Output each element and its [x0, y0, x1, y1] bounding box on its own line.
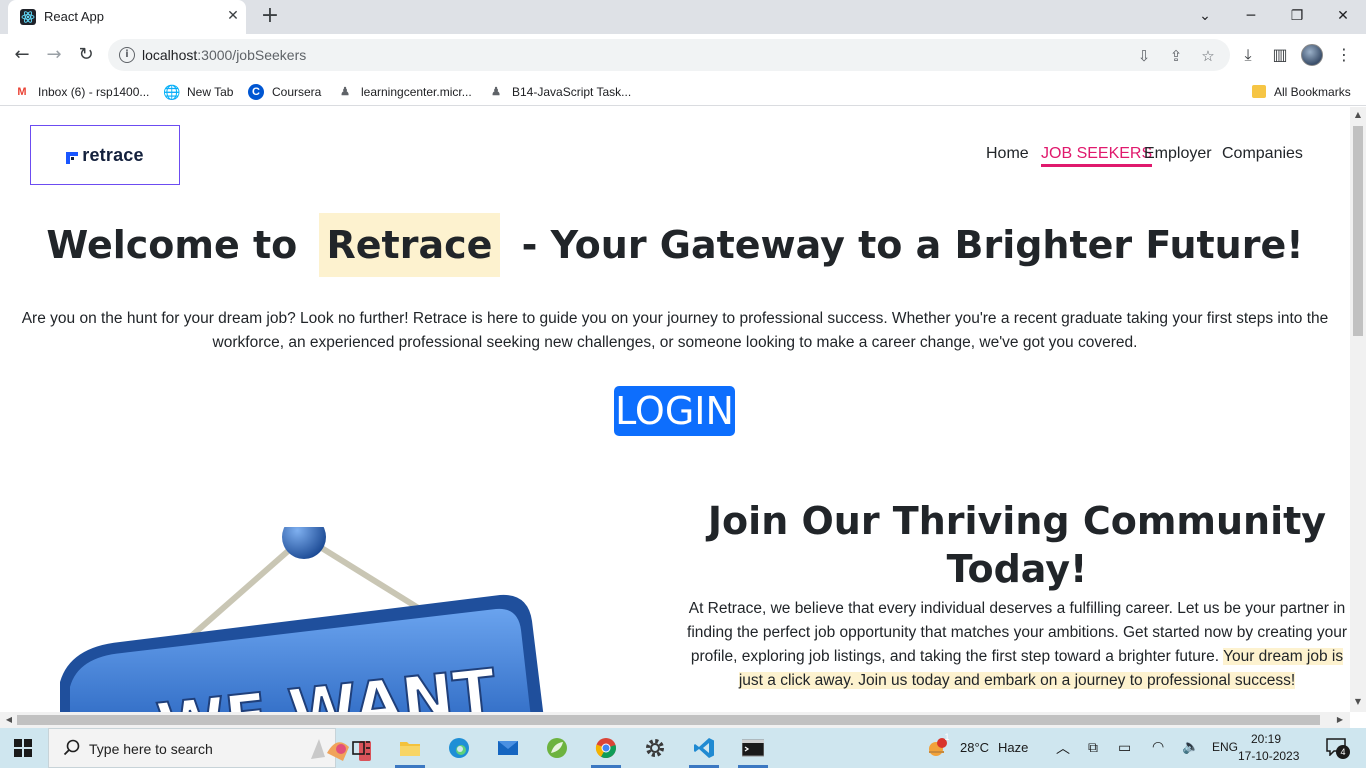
user-icon: ♟: [340, 85, 350, 98]
hero-title-suffix: - Your Gateway to a Brighter Future!: [521, 223, 1304, 267]
terminal-icon: [741, 737, 765, 759]
retrace-logo-icon: [66, 149, 79, 164]
share-icon[interactable]: ⇪: [1166, 46, 1186, 66]
scroll-up-icon[interactable]: ▲: [1353, 110, 1363, 122]
clock-date[interactable]: 17-10-2023: [1238, 749, 1299, 763]
coursera-icon: C: [248, 83, 264, 100]
weather-desc[interactable]: Haze: [998, 740, 1028, 755]
tray-chevron-up-icon[interactable]: ︿: [1056, 738, 1070, 758]
globe-icon: 🌐: [163, 83, 181, 100]
nav-job-seekers[interactable]: JOB SEEKERS: [1041, 145, 1153, 167]
scroll-left-icon[interactable]: ◀: [3, 714, 15, 726]
scroll-right-icon[interactable]: ▶: [1334, 714, 1346, 726]
folder-icon: [1252, 85, 1266, 99]
notification-count-badge: 4: [1336, 745, 1350, 759]
vscode-icon: [693, 737, 715, 759]
vscode-button[interactable]: [681, 728, 727, 768]
hero-title: Welcome to Retrace - Your Gateway to a B…: [0, 213, 1350, 277]
side-panel-icon[interactable]: ▥: [1270, 45, 1290, 65]
clock-time[interactable]: 20:19: [1251, 732, 1281, 746]
task-view-icon: [350, 737, 372, 759]
restore-icon[interactable]: ❐: [1284, 3, 1310, 29]
terminal-button[interactable]: [730, 728, 776, 768]
wifi-icon[interactable]: ◠: [1152, 738, 1164, 755]
leaf-icon: [546, 737, 568, 759]
logo-text: retrace: [82, 144, 144, 165]
gmail-icon: M: [17, 85, 27, 98]
profile-avatar[interactable]: [1301, 44, 1323, 66]
settings-button[interactable]: [632, 728, 678, 768]
downloads-icon[interactable]: ⤓: [1238, 45, 1258, 65]
horizontal-scrollbar[interactable]: ◀ ▶: [0, 712, 1350, 728]
bookmark-item[interactable]: ♟ learningcenter.micr...: [337, 82, 472, 100]
forward-arrow-icon[interactable]: →: [42, 43, 66, 67]
mail-icon: [497, 737, 519, 759]
install-app-icon[interactable]: ⇩: [1134, 46, 1154, 66]
hero-title-prefix: Welcome to: [46, 223, 298, 267]
edge-button[interactable]: [436, 728, 482, 768]
bookmark-item[interactable]: ♟ B14-JavaScript Task...: [488, 82, 631, 100]
logo[interactable]: retrace: [30, 125, 180, 185]
vertical-scrollbar[interactable]: ▲ ▼: [1350, 107, 1366, 712]
horizontal-scroll-thumb[interactable]: [17, 715, 1320, 725]
new-tab-icon[interactable]: +: [259, 5, 281, 27]
user-icon: ♟: [491, 85, 501, 98]
bookmark-item[interactable]: 🌐 New Tab: [163, 82, 233, 100]
bookmarks-bar: M Inbox (6) - rsp1400... 🌐 New Tab C Course…: [0, 76, 1366, 106]
hero-description: Are you on the hunt for your dream job? …: [21, 310, 1329, 351]
browser-toolbar: ← → ↻ i localhost:3000/jobSeekers ⇩ ⇪ ☆ …: [0, 34, 1366, 76]
language-indicator[interactable]: ENG: [1212, 740, 1238, 754]
mail-button[interactable]: [485, 728, 531, 768]
edge-icon: [448, 737, 470, 759]
folder-icon: [399, 737, 421, 759]
bookmark-item[interactable]: M Inbox (6) - rsp1400...: [14, 82, 149, 100]
browser-tab[interactable]: React App ✕: [8, 0, 246, 34]
bookmark-star-icon[interactable]: ☆: [1198, 46, 1218, 66]
site-info-icon[interactable]: i: [119, 47, 135, 63]
search-placeholder: Type here to search: [89, 741, 213, 757]
meet-now-icon[interactable]: ⧉: [1088, 739, 1098, 756]
system-tray: 1 28°C Haze ︿ ⧉ ▭ ◠ 🔈 ENG 20:19 17-10-20…: [926, 728, 1366, 768]
reload-icon[interactable]: ↻: [74, 43, 98, 67]
page-viewport: retrace Home JOB SEEKERS Employer Compan…: [0, 107, 1350, 712]
join-title: Join Our Thriving Community Today!: [707, 499, 1327, 591]
we-want-sign-image: WE WANT: [60, 515, 560, 712]
nav-home[interactable]: Home: [986, 145, 1029, 163]
join-description: At Retrace, we believe that every indivi…: [686, 597, 1348, 693]
taskbar-search-box[interactable]: Type here to search: [48, 728, 371, 768]
spring-tool-button[interactable]: [534, 728, 580, 768]
minimize-icon[interactable]: ─: [1238, 3, 1264, 29]
task-view-button[interactable]: [338, 728, 384, 768]
browser-tab-strip: React App ✕ + ⌄ ─ ❐ ✕: [0, 0, 1366, 34]
volume-icon[interactable]: 🔈: [1182, 738, 1199, 755]
url-text[interactable]: localhost:3000/jobSeekers: [142, 47, 306, 63]
react-favicon-icon: [20, 9, 36, 25]
scroll-down-icon[interactable]: ▼: [1353, 697, 1363, 709]
hero-title-brand: Retrace: [318, 213, 501, 277]
chrome-icon: [595, 737, 617, 759]
all-bookmarks-button[interactable]: All Bookmarks: [1252, 82, 1351, 100]
gear-icon: [644, 737, 666, 759]
chrome-menu-icon[interactable]: ⋮: [1334, 45, 1354, 65]
vertical-scroll-thumb[interactable]: [1353, 126, 1363, 336]
window-close-icon[interactable]: ✕: [1330, 3, 1356, 29]
nav-companies[interactable]: Companies: [1222, 145, 1303, 163]
windows-start-icon[interactable]: [14, 739, 32, 757]
weather-temp[interactable]: 28°C: [960, 740, 989, 755]
search-icon: [63, 739, 81, 757]
tab-title: React App: [44, 9, 104, 24]
bookmark-item[interactable]: C Coursera: [248, 82, 321, 100]
chrome-button[interactable]: [583, 728, 629, 768]
nav-employer[interactable]: Employer: [1144, 145, 1212, 163]
tab-close-icon[interactable]: ✕: [224, 7, 242, 25]
login-button[interactable]: LOGIN: [614, 386, 735, 436]
back-arrow-icon[interactable]: ←: [10, 43, 34, 67]
battery-icon[interactable]: ▭: [1118, 739, 1131, 756]
windows-taskbar: Type here to search 1 28°C Haze ︿ ⧉ ▭ ◠ …: [0, 728, 1366, 768]
tab-search-chevron-icon[interactable]: ⌄: [1192, 3, 1218, 29]
weather-badge: 1: [944, 732, 950, 742]
file-explorer-button[interactable]: [387, 728, 433, 768]
address-bar[interactable]: i localhost:3000/jobSeekers ⇩ ⇪ ☆: [108, 39, 1230, 71]
